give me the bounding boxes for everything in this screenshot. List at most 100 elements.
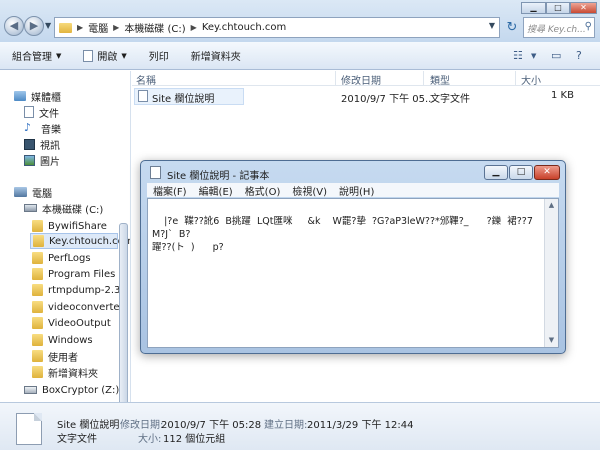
column-size[interactable]: 大小 <box>521 72 541 87</box>
menu-file[interactable]: 檔案(F) <box>153 183 187 198</box>
details-created-label: 建立日期: <box>264 420 308 431</box>
nav-pictures[interactable]: 圖片 <box>24 152 60 168</box>
nav-folder-windows[interactable]: Windows <box>32 332 93 348</box>
pane-splitter[interactable] <box>130 71 131 402</box>
notepad-menubar: 檔案(F) 編輯(E) 格式(O) 檢視(V) 說明(H) <box>147 183 559 198</box>
breadcrumb-computer[interactable]: 電腦 <box>88 20 108 35</box>
column-divider[interactable] <box>423 71 424 85</box>
refresh-icon[interactable]: ↻ <box>502 19 522 37</box>
nav-music[interactable]: ♪ 音樂 <box>24 120 61 136</box>
breadcrumb-drive-c[interactable]: 本機磁碟 (C:) <box>124 20 185 35</box>
nav-folder-bywifishare[interactable]: BywifiShare <box>32 218 107 234</box>
scroll-up-icon[interactable]: ▲ <box>545 199 558 212</box>
notepad-window[interactable]: Site 欄位說明 - 記事本 ▁ □ ✕ 檔案(F) 編輯(E) 格式(O) … <box>140 160 566 354</box>
menu-format[interactable]: 格式(O) <box>245 183 281 198</box>
back-button[interactable]: ◀ <box>4 16 24 36</box>
address-dropdown-icon[interactable]: ▼ <box>489 21 495 30</box>
column-divider[interactable] <box>515 71 516 85</box>
navigation-scrollbar[interactable] <box>119 223 128 402</box>
nav-folder-users[interactable]: 使用者 <box>32 348 78 364</box>
print-button[interactable]: 列印 <box>149 48 169 63</box>
nav-folder-rtmpdump[interactable]: rtmpdump-2.3 <box>32 282 120 298</box>
notepad-maximize-button[interactable]: □ <box>509 165 533 180</box>
video-icon <box>24 138 35 150</box>
file-name[interactable]: Site 欄位說明 <box>152 90 214 105</box>
menu-edit[interactable]: 編輯(E) <box>199 183 233 198</box>
nav-drive-z[interactable]: BoxCryptor (Z:) <box>24 382 119 398</box>
notepad-close-button[interactable]: ✕ <box>534 165 560 180</box>
forward-button[interactable]: ▶ <box>24 16 44 36</box>
recent-pages-dropdown[interactable]: ▼ <box>45 21 51 30</box>
chevron-down-icon: ▼ <box>56 51 62 60</box>
chevron-right-icon[interactable]: ▶ <box>191 23 197 32</box>
breadcrumb-current-folder[interactable]: Key.chtouch.com <box>202 22 286 33</box>
picture-icon <box>24 154 35 166</box>
close-button[interactable]: ✕ <box>570 2 597 14</box>
scroll-down-icon[interactable]: ▼ <box>545 334 558 347</box>
nav-videos[interactable]: 視訊 <box>24 136 60 152</box>
notepad-vertical-scrollbar[interactable]: ▲ ▼ <box>544 199 558 347</box>
nav-folder-key-chtouch[interactable]: Key.chtouch.com <box>30 233 130 249</box>
open-label: 開啟 <box>97 52 118 63</box>
column-name[interactable]: 名稱 <box>136 72 156 87</box>
column-divider[interactable] <box>335 71 336 85</box>
preview-pane-icon[interactable]: ▭ <box>551 49 561 62</box>
new-folder-button[interactable]: 新增資料夾 <box>191 48 241 63</box>
organize-button[interactable]: 組合管理 ▼ <box>12 48 62 64</box>
nav-folder-new-folder[interactable]: 新增資料夾 <box>32 364 98 380</box>
details-size-label: 大小: <box>138 434 162 445</box>
menu-view[interactable]: 檢視(V) <box>292 183 327 198</box>
details-pane: Site 欄位說明 文字文件 修改日期: 2010/9/7 下午 05:28 建… <box>0 402 600 450</box>
chevron-right-icon[interactable]: ▶ <box>77 23 83 32</box>
search-placeholder: 搜尋 Key.ch... <box>527 25 586 35</box>
folder-icon <box>32 252 43 264</box>
folder-icon <box>32 301 43 313</box>
text-file-large-icon <box>16 413 42 445</box>
menu-help[interactable]: 說明(H) <box>339 183 374 198</box>
nav-label: BoxCryptor (Z:) <box>42 384 120 396</box>
minimize-button[interactable]: ▁ <box>521 2 546 14</box>
notepad-text-area[interactable]: |?e 鞢??訛6 B挑躍 LQt匯咪 &k W罷?挚 ?G?aP3leW??*… <box>147 198 559 348</box>
nav-label: Program Files <box>48 268 116 280</box>
nav-label: 文件 <box>39 108 59 120</box>
details-size-value: 112 個位元組 <box>163 434 226 445</box>
nav-folder-perflogs[interactable]: PerfLogs <box>32 250 91 266</box>
command-bar: 組合管理 ▼ 開啟 ▼ 列印 新增資料夾 ☷ ▼ ▭ ? <box>0 42 600 70</box>
document-icon <box>24 106 34 118</box>
library-icon <box>14 91 26 101</box>
nav-label: 電腦 <box>32 188 52 200</box>
column-date-modified[interactable]: 修改日期 <box>341 72 381 87</box>
view-options-icon[interactable]: ☷ <box>513 49 523 62</box>
nav-label: 圖片 <box>40 156 60 168</box>
folder-icon <box>32 334 43 346</box>
nav-computer[interactable]: 電腦 <box>14 184 52 200</box>
folder-icon <box>59 22 72 33</box>
search-icon[interactable]: ⚲ <box>585 21 592 32</box>
nav-folder-videooutput[interactable]: VideoOutput <box>32 315 111 331</box>
open-button[interactable]: 開啟 ▼ <box>83 48 127 63</box>
address-bar[interactable]: ▶ 電腦 ▶ 本機磁碟 (C:) ▶ Key.chtouch.com ▼ <box>54 17 500 38</box>
chevron-right-icon[interactable]: ▶ <box>113 23 119 32</box>
search-input[interactable]: 搜尋 Key.ch... ⚲ <box>523 17 595 38</box>
nav-folder-program-files[interactable]: Program Files <box>32 266 115 282</box>
computer-icon <box>14 187 27 197</box>
details-modified-label: 修改日期: <box>120 420 164 431</box>
text-file-icon <box>138 90 148 102</box>
nav-drive-c[interactable]: 本機磁碟 (C:) <box>24 200 103 216</box>
organize-label: 組合管理 <box>12 52 52 63</box>
chevron-down-icon[interactable]: ▼ <box>531 52 536 60</box>
nav-documents[interactable]: 文件 <box>24 104 59 120</box>
nav-label: rtmpdump-2.3 <box>48 284 121 296</box>
help-icon[interactable]: ? <box>576 49 582 62</box>
details-file-name: Site 欄位說明 <box>57 420 120 431</box>
nav-label: 本機磁碟 (C:) <box>42 204 104 216</box>
nav-libraries[interactable]: 媒體櫃 <box>14 88 61 104</box>
maximize-button[interactable]: □ <box>546 2 570 14</box>
nav-label: 新增資料夾 <box>48 368 98 380</box>
nav-label: 使用者 <box>48 352 78 364</box>
folder-icon <box>32 366 43 378</box>
column-type[interactable]: 類型 <box>430 72 450 87</box>
nav-folder-videoconverter[interactable]: videoconverter <box>32 299 124 315</box>
nav-label: BywifiShare <box>48 220 107 232</box>
notepad-minimize-button[interactable]: ▁ <box>484 165 508 180</box>
